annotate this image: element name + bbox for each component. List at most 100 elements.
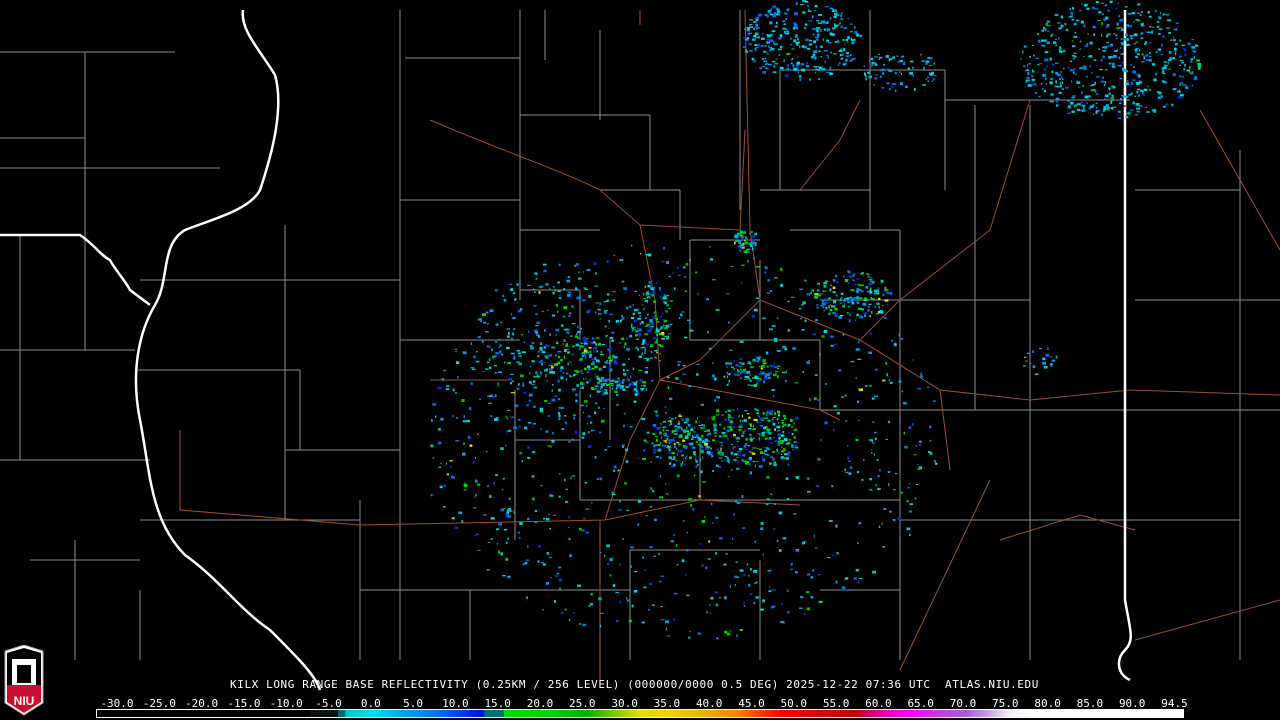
echo-pixel [787,329,790,332]
echo-pixel [510,352,515,355]
echo-pixel [929,425,932,429]
echo-pixel [917,467,921,471]
echo-pixel [538,545,541,548]
echo-pixel [1030,84,1033,86]
echo-pixel [666,261,670,264]
echo-pixel [582,518,586,520]
echo-pixel [876,459,879,461]
echo-pixel [753,570,758,573]
echo-pixel [690,504,693,507]
echo-pixel [568,312,572,314]
echo-pixel [1041,29,1044,32]
echo-pixel [744,251,748,254]
echo-pixel [812,33,815,36]
echo-pixel [654,435,658,438]
echo-pixel [672,272,674,275]
echo-pixel [608,327,610,329]
echo-pixel [585,351,589,354]
echo-pixel [822,68,825,70]
echo-pixel [843,298,848,300]
echo-pixel [604,554,606,557]
echo-pixel [933,75,937,77]
echo-pixel [739,419,741,422]
echo-pixel [609,558,613,561]
echo-pixel [868,75,872,79]
echo-pixel [535,371,538,374]
echo-pixel [582,411,584,414]
echo-pixel [793,441,798,443]
echo-pixel [616,619,619,623]
echo-pixel [835,524,838,528]
echo-pixel [840,48,842,50]
echo-pixel [891,86,893,88]
echo-pixel [770,9,772,13]
echo-pixel [748,242,751,245]
echo-pixel [1133,101,1135,103]
echo-pixel [642,346,646,348]
echo-pixel [611,340,614,342]
echo-pixel [651,442,654,445]
echo-pixel [475,493,477,497]
echo-pixel [598,342,601,346]
echo-pixel [680,418,685,420]
echo-pixel [880,75,882,78]
echo-pixel [729,428,733,432]
echo-pixel [752,425,754,427]
echo-pixel [523,391,527,394]
echo-pixel [857,542,859,544]
echo-pixel [573,612,575,614]
echo-pixel [745,249,748,252]
echo-pixel [451,517,455,520]
echo-pixel [892,519,896,521]
echo-pixel [715,603,718,607]
echo-pixel [1023,356,1027,358]
echo-pixel [1076,19,1080,22]
echo-pixel [729,585,731,588]
echo-pixel [790,418,792,421]
echo-pixel [813,40,816,44]
echo-pixel [801,304,804,306]
echo-pixel [601,380,605,382]
echo-pixel [1134,114,1139,116]
echo-pixel [762,456,764,459]
echo-pixel [777,48,782,51]
echo-pixel [768,433,771,435]
echo-pixel [520,374,524,378]
echo-pixel [601,344,606,346]
echo-pixel [1143,56,1146,58]
echo-pixel [523,341,525,344]
echo-pixel [1177,96,1182,99]
echo-pixel [546,368,548,371]
echo-pixel [1025,69,1030,71]
echo-pixel [844,394,847,397]
echo-pixel [616,404,619,406]
echo-pixel [545,374,548,376]
echo-pixel [793,513,797,515]
echo-pixel [546,552,550,555]
echo-pixel [1071,54,1076,57]
echo-pixel [1146,59,1150,61]
echo-pixel [1125,82,1129,86]
radar-map[interactable] [0,0,1280,720]
echo-pixel [511,380,514,383]
echo-pixel [616,383,618,385]
echo-pixel [587,445,592,449]
echo-pixel [591,429,595,431]
echo-pixel [853,577,857,580]
echo-pixel [1040,82,1043,85]
echo-pixel [834,307,838,311]
echo-pixel [643,449,646,452]
echo-pixel [614,390,618,394]
echo-pixel [798,75,802,78]
echo-pixel [507,429,512,432]
echo-pixel [578,271,580,274]
echo-pixel [836,552,839,555]
echo-pixel [830,51,833,54]
echo-pixel [828,312,831,316]
echo-pixel [757,43,760,47]
echo-pixel [649,344,654,347]
echo-pixel [741,264,745,267]
echo-pixel [649,319,653,322]
echo-pixel [686,426,688,429]
echo-pixel [755,17,760,20]
